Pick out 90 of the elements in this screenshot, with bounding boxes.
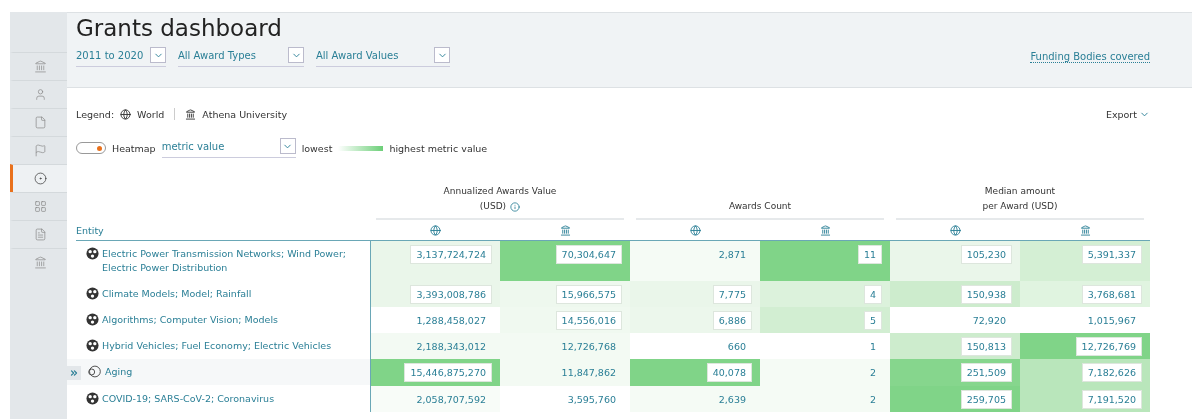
globe-icon [429,224,441,236]
topic-cluster-icon [86,392,99,405]
institution-icon [819,224,831,236]
group-title: Annualized Awards Value [443,185,557,198]
institution-icon [559,224,571,236]
cell-value: 3,595,760 [566,393,617,407]
cell-value: 5 [863,311,882,330]
topic-cluster-icon [86,247,99,260]
group-subtitle: (USD) [479,200,507,213]
globe-icon [120,108,132,120]
cell-value: 2,058,707,592 [415,393,487,407]
filter-dropdown[interactable]: All Award Types [178,47,304,67]
topic-outline-icon [86,365,102,378]
cell-value: 259,705 [960,390,1012,409]
legend-label: Legend: [76,108,115,120]
info-icon[interactable] [510,201,521,212]
entity-name: Algorithms; Computer Vision; Models [102,313,278,327]
cell-value: 12,726,768 [560,340,617,354]
cell-value: 6,886 [712,311,752,330]
group-title: Median amount [984,185,1056,198]
page-title: Grants dashboard [76,15,283,41]
filter-dropdown[interactable]: All Award Values [316,47,450,67]
cell-value: 11,847,862 [560,366,617,380]
cell-value: 1 [868,340,877,354]
cell-value: 660 [726,340,747,354]
globe-icon [689,224,701,236]
cell-value: 14,556,016 [555,311,622,330]
bank-icon [33,60,47,73]
cell-value: 11 [857,245,882,264]
entity-name: Hybrid Vehicles; Fuel Economy; Electric Vehicles [102,339,332,353]
topic-cluster-icon [86,287,99,300]
export-button[interactable]: Export [1105,108,1150,120]
cell-value: 4 [863,285,882,304]
entity-cell[interactable]: Aging [67,359,370,386]
heat-scale-bar [338,145,384,151]
document-icon [33,116,47,129]
cell-value: 12,726,769 [1075,337,1142,356]
cell-value: 7,775 [712,285,752,304]
cell-value: 5,391,337 [1081,245,1142,264]
cell-value: 70,304,647 [555,245,622,264]
lowest-label: lowest [301,142,333,154]
cell-value: 150,813 [960,337,1012,356]
caret-icon [288,47,304,63]
cell-value: 3,393,008,786 [410,285,492,304]
topic-cluster-icon [86,313,99,326]
cell-value: 3,768,681 [1081,285,1142,304]
caret-icon [150,47,166,63]
cell-value: 1,015,967 [1086,314,1137,328]
group-title: Awards Count [728,200,792,213]
person-icon [33,88,47,101]
cell-value: 7,191,520 [1081,390,1142,409]
bank-icon [33,256,47,269]
highest-label: highest metric value [389,142,488,154]
cell-value: 150,938 [960,285,1012,304]
page-icon [33,228,47,241]
cell-value: 7,182,626 [1081,363,1142,382]
cell-value: 72,920 [971,314,1007,328]
cell-value: 1,288,458,027 [415,314,487,328]
institution-icon [185,108,197,120]
filter-dropdown[interactable]: 2011 to 2020 [76,47,166,67]
entity-name: Aging [105,365,133,379]
cell-value: 251,509 [960,363,1012,382]
cell-value: 15,446,875,270 [404,363,492,382]
group-subtitle: per Award (USD) [982,200,1058,213]
legend-institution: Athena University [202,108,288,120]
grid-icon [33,200,47,213]
cell-value: 15,966,575 [555,285,622,304]
globe-icon [949,224,961,236]
cell-value: 2 [868,393,877,407]
cell-value: 3,137,724,724 [410,245,492,264]
cell-value: 2,871 [717,248,747,262]
caret-icon [434,47,450,63]
cell-value: 40,078 [706,363,752,382]
legend-world: World [137,108,165,120]
heatmap-label: Heatmap [112,142,156,154]
cell-value: 105,230 [960,245,1012,264]
topic-cluster-icon [86,339,99,352]
caret-icon [279,138,296,154]
cell-value: 2 [868,366,877,380]
cell-value: 2,188,343,012 [415,340,487,354]
metric-dropdown[interactable]: metric value [161,138,296,158]
entity-name: Climate Models; Model; Rainfall [102,287,252,301]
funding-bodies-link[interactable]: Funding Bodies covered [1030,51,1150,63]
entity-name: COVID-19; SARS-CoV-2; Coronavirus [102,392,275,406]
target-icon [33,172,47,185]
sidebar-item[interactable] [10,164,67,192]
cell-value: 2,639 [717,393,747,407]
entity-name: Electric Power Transmission Networks; Wind Power; Electric Power Distribution [102,247,347,275]
institution-icon [1079,224,1091,236]
flag-icon [33,144,47,157]
